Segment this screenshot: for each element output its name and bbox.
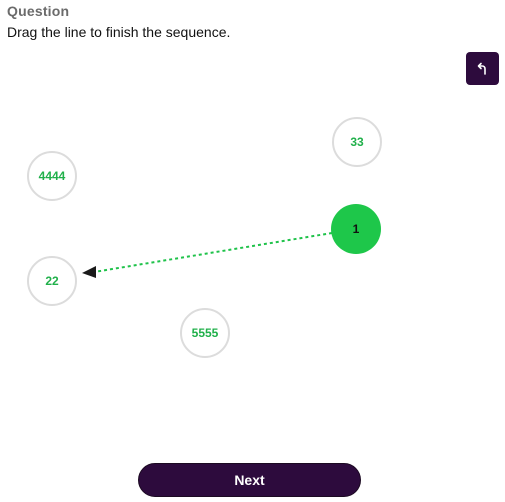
node-1[interactable]: 1 bbox=[331, 204, 381, 254]
question-prompt: Drag the line to finish the sequence. bbox=[7, 24, 231, 40]
sequence-canvas bbox=[82, 232, 333, 278]
node-label: 5555 bbox=[191, 326, 219, 340]
node-5555[interactable]: 5555 bbox=[180, 308, 230, 358]
node-label: 22 bbox=[45, 274, 59, 288]
node-label: 4444 bbox=[38, 169, 66, 183]
connection-arrowhead bbox=[82, 266, 96, 278]
next-button[interactable]: Next bbox=[138, 463, 361, 497]
connection-line bbox=[93, 232, 333, 273]
question-page: Question Drag the line to finish the seq… bbox=[0, 0, 505, 502]
node-label: 33 bbox=[350, 135, 364, 149]
node-33[interactable]: 33 bbox=[332, 117, 382, 167]
node-4444[interactable]: 4444 bbox=[27, 151, 77, 201]
undo-arrow-icon bbox=[475, 61, 491, 77]
undo-button[interactable] bbox=[466, 52, 499, 85]
node-22[interactable]: 22 bbox=[27, 256, 77, 306]
question-heading: Question bbox=[7, 3, 70, 19]
node-label: 1 bbox=[352, 222, 360, 236]
next-button-label: Next bbox=[234, 472, 265, 488]
